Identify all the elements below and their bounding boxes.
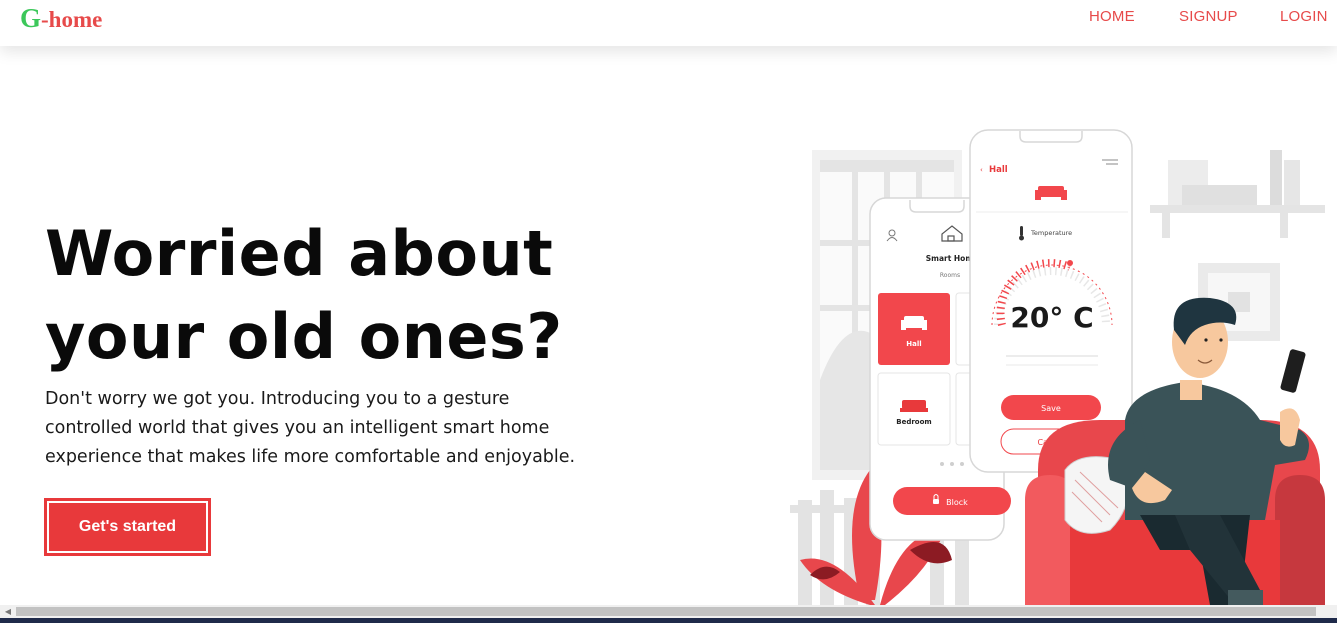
room-card-hall-label: Hall: [906, 340, 921, 348]
room-card-bedroom-label: Bedroom: [896, 418, 931, 426]
bottom-strip: [0, 618, 1337, 623]
nav-home-link[interactable]: HOME: [1089, 8, 1135, 25]
get-started-button[interactable]: Get's started: [44, 498, 211, 556]
save-button-label: Save: [1041, 404, 1061, 413]
hero-subtext-line1: Don't worry we got you. Introducing you …: [45, 389, 510, 409]
bed-icon: [900, 400, 928, 412]
scroll-left-arrow-icon[interactable]: ◀: [2, 605, 14, 618]
nav-signup-link[interactable]: SIGNUP: [1179, 8, 1238, 25]
back-phone-section: Rooms: [940, 272, 960, 279]
brand-logo[interactable]: G-home: [20, 0, 102, 38]
nav-login-link[interactable]: LOGIN: [1280, 8, 1328, 25]
back-chevron-icon[interactable]: ‹: [980, 166, 983, 174]
hero-illustration: Smart Home Rooms Hall Bedroom Block ‹ Ha…: [780, 120, 1337, 605]
smart-home-illustration: Smart Home Rooms Hall Bedroom Block ‹ Ha…: [790, 129, 1325, 605]
hero-headline-line1: Worried about: [45, 217, 554, 290]
hero-subtext-line3: experience that makes life more comforta…: [45, 447, 576, 467]
shelf-illustration: [1150, 150, 1325, 238]
hero-headline-line2: your old ones?: [45, 300, 563, 373]
front-phone-back-label[interactable]: Hall: [989, 165, 1008, 175]
sensor-label: Temperature: [1030, 229, 1072, 237]
hero-headline: Worried about your old ones?: [45, 212, 685, 378]
brand-logo-text: -home: [41, 7, 103, 32]
hero-subtext-line2: controlled world that gives you an intel…: [45, 418, 550, 438]
room-card-hall[interactable]: [878, 293, 950, 365]
lock-button-label: Block: [946, 498, 968, 507]
hero-subtext: Don't worry we got you. Introducing you …: [45, 385, 665, 472]
sofa-icon: [901, 316, 927, 330]
brand-logo-letter: G: [20, 3, 42, 33]
navbar: G-home HOME SIGNUP LOGIN: [0, 0, 1337, 46]
smartphone-icon: [1280, 349, 1306, 393]
scrollbar-thumb[interactable]: [16, 607, 1316, 616]
temperature-value: 20° C: [1010, 301, 1093, 334]
horizontal-scrollbar[interactable]: ◀: [0, 605, 1337, 618]
gauge-knob[interactable]: [1067, 260, 1073, 266]
